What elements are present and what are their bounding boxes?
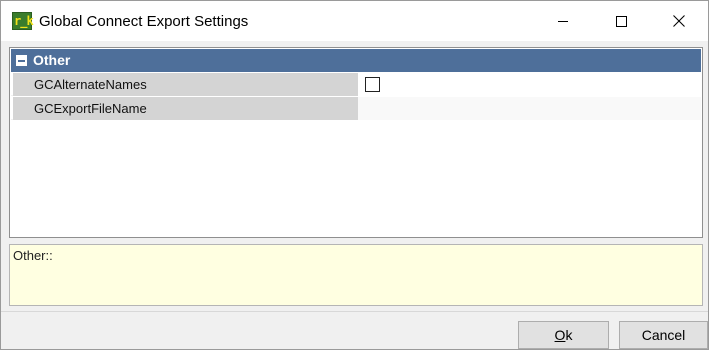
window-title: Global Connect Export Settings: [39, 13, 249, 30]
ok-mnemonic: O: [554, 327, 566, 343]
title-bar[interactable]: r_k Global Connect Export Settings: [1, 1, 708, 41]
property-name-cell[interactable]: GCExportFileName: [13, 97, 358, 120]
property-name: GCExportFileName: [34, 101, 147, 116]
minimize-icon: [558, 20, 568, 22]
ok-label-rest: k: [565, 327, 573, 343]
cancel-button[interactable]: Cancel: [619, 321, 708, 349]
category-row-other[interactable]: Other: [11, 49, 701, 72]
description-panel: Other::: [9, 244, 703, 306]
maximize-icon: [615, 15, 627, 27]
app-icon: r_k: [12, 12, 34, 30]
gcalternatenames-checkbox[interactable]: [365, 77, 380, 92]
close-button[interactable]: [650, 1, 708, 41]
ok-button[interactable]: Ok: [518, 321, 609, 349]
collapse-icon[interactable]: [16, 55, 27, 66]
maximize-button[interactable]: [592, 1, 650, 41]
property-name: GCAlternateNames: [34, 77, 147, 92]
property-grid: Other GCAlternateNames GCExportFileName: [9, 47, 703, 238]
property-row-gcalternatenames[interactable]: GCAlternateNames: [11, 73, 701, 96]
category-label: Other: [33, 52, 71, 68]
gcexportfilename-value-field[interactable]: [358, 97, 701, 120]
footer-divider: [1, 311, 708, 312]
dialog-window: r_k Global Connect Export Settings Other…: [0, 0, 709, 350]
property-value-cell[interactable]: [358, 73, 701, 96]
property-name-cell[interactable]: GCAlternateNames: [13, 73, 358, 96]
app-icon-glyph: r_k: [14, 14, 34, 28]
description-text: Other::: [13, 248, 53, 263]
property-row-gcexportfilename[interactable]: GCExportFileName: [11, 97, 701, 120]
close-icon: [673, 15, 685, 27]
minimize-button[interactable]: [534, 1, 592, 41]
